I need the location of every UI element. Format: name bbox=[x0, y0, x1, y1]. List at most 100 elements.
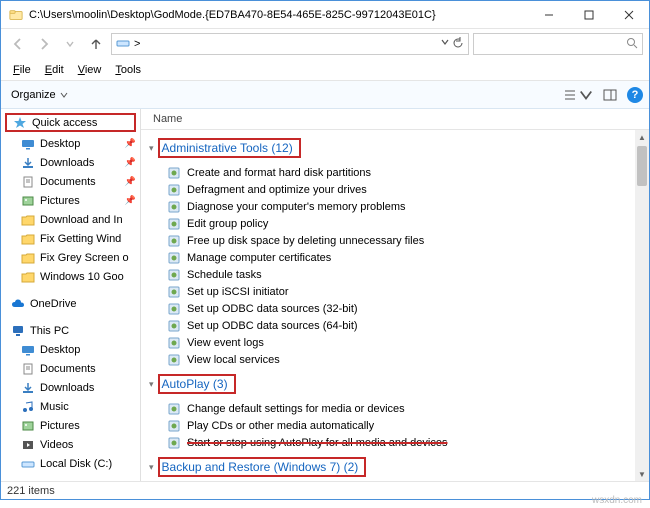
list-item-label: Free up disk space by deleting unnecessa… bbox=[187, 235, 424, 247]
star-icon bbox=[13, 116, 27, 130]
organize-button[interactable]: Organize bbox=[7, 87, 72, 103]
list-item[interactable]: Set up ODBC data sources (64-bit) bbox=[145, 317, 641, 334]
item-icon bbox=[21, 251, 35, 265]
list-item[interactable]: View event logs bbox=[145, 334, 641, 351]
sidebar-item[interactable]: Downloads bbox=[1, 378, 140, 397]
column-header-name[interactable]: Name bbox=[141, 109, 649, 130]
sidebar-quick-access[interactable]: Quick access bbox=[5, 113, 136, 132]
view-details-button[interactable] bbox=[563, 88, 593, 102]
list-item[interactable]: Schedule tasks bbox=[145, 266, 641, 283]
control-panel-icon bbox=[167, 353, 181, 367]
sidebar-item[interactable]: Fix Getting Wind bbox=[1, 229, 140, 248]
list-item[interactable]: Change default settings for media or dev… bbox=[145, 400, 641, 417]
status-bar: 221 items wsxdn.com bbox=[1, 481, 649, 499]
item-icon bbox=[21, 137, 35, 151]
organize-label: Organize bbox=[11, 89, 56, 101]
preview-pane-button[interactable] bbox=[603, 88, 617, 102]
back-button[interactable] bbox=[7, 33, 29, 55]
control-panel-icon bbox=[167, 200, 181, 214]
item-icon bbox=[21, 156, 35, 170]
scroll-down-icon[interactable]: ▼ bbox=[635, 467, 649, 481]
maximize-button[interactable] bbox=[569, 2, 609, 28]
sidebar-item-label: Quick access bbox=[32, 117, 97, 129]
pin-icon: 📌 bbox=[125, 176, 136, 187]
minimize-button[interactable] bbox=[529, 2, 569, 28]
menu-file[interactable]: File bbox=[7, 62, 37, 78]
item-icon bbox=[21, 232, 35, 246]
menu-view[interactable]: View bbox=[72, 62, 108, 78]
list-item[interactable]: Set up ODBC data sources (32-bit) bbox=[145, 300, 641, 317]
address-bar[interactable]: > bbox=[111, 33, 469, 55]
sidebar-item-label: Desktop bbox=[40, 344, 80, 356]
list-item[interactable]: View local services bbox=[145, 351, 641, 368]
group-backup-restore[interactable]: ▾ Backup and Restore (Windows 7) (2) bbox=[145, 451, 641, 481]
group-header-label: Backup and Restore (Windows 7) (2) bbox=[162, 460, 359, 474]
item-icon bbox=[21, 343, 35, 357]
list-item-label: Set up ODBC data sources (64-bit) bbox=[187, 320, 358, 332]
sidebar-item[interactable]: Desktop📌 bbox=[1, 134, 140, 153]
chevron-down-icon bbox=[60, 91, 68, 99]
search-icon bbox=[626, 37, 638, 52]
sidebar-onedrive[interactable]: OneDrive bbox=[1, 294, 140, 313]
list-item[interactable]: Create and format hard disk partitions bbox=[145, 164, 641, 181]
sidebar-item[interactable]: Documents bbox=[1, 359, 140, 378]
sidebar-item[interactable]: Windows 10 Goo bbox=[1, 267, 140, 286]
forward-button[interactable] bbox=[33, 33, 55, 55]
sidebar-item-label: Music bbox=[40, 401, 69, 413]
sidebar-item[interactable]: Download and In bbox=[1, 210, 140, 229]
list-item[interactable]: Play CDs or other media automatically bbox=[145, 417, 641, 434]
cloud-icon bbox=[11, 297, 25, 311]
item-icon bbox=[21, 362, 35, 376]
list-item[interactable]: Manage computer certificates bbox=[145, 249, 641, 266]
scroll-thumb[interactable] bbox=[637, 146, 647, 186]
control-panel-icon bbox=[167, 166, 181, 180]
list-item[interactable]: Free up disk space by deleting unnecessa… bbox=[145, 232, 641, 249]
list-item-label: Start or stop using AutoPlay for all med… bbox=[187, 437, 447, 449]
sidebar-item[interactable]: Desktop bbox=[1, 340, 140, 359]
scroll-up-icon[interactable]: ▲ bbox=[635, 130, 649, 144]
menu-bar: File Edit View Tools bbox=[1, 59, 649, 81]
address-dropdown-icon[interactable] bbox=[440, 37, 450, 52]
sidebar-item[interactable]: Fix Grey Screen o bbox=[1, 248, 140, 267]
refresh-icon[interactable] bbox=[452, 37, 464, 52]
vertical-scrollbar[interactable]: ▲ ▼ bbox=[635, 130, 649, 481]
item-icon bbox=[21, 175, 35, 189]
item-icon bbox=[21, 457, 35, 471]
group-admin-tools[interactable]: ▾ Administrative Tools (12) bbox=[145, 132, 641, 164]
menu-edit[interactable]: Edit bbox=[39, 62, 70, 78]
window-title: C:\Users\moolin\Desktop\GodMode.{ED7BA47… bbox=[29, 9, 529, 21]
menu-tools[interactable]: Tools bbox=[109, 62, 147, 78]
list-item-label: Play CDs or other media automatically bbox=[187, 420, 374, 432]
group-autoplay[interactable]: ▾ AutoPlay (3) bbox=[145, 368, 641, 400]
sidebar-item-label: Desktop bbox=[40, 138, 80, 150]
pin-icon: 📌 bbox=[125, 195, 136, 206]
sidebar-this-pc[interactable]: This PC bbox=[1, 321, 140, 340]
sidebar-item[interactable]: Videos bbox=[1, 435, 140, 454]
sidebar-item[interactable]: Pictures📌 bbox=[1, 191, 140, 210]
breadcrumb[interactable]: > bbox=[134, 38, 140, 50]
sidebar-item[interactable]: Downloads📌 bbox=[1, 153, 140, 172]
sidebar-item-label: Fix Grey Screen o bbox=[40, 252, 129, 264]
list-item-label: Set up iSCSI initiator bbox=[187, 286, 289, 298]
list-item-label: Manage computer certificates bbox=[187, 252, 331, 264]
list-item[interactable]: Start or stop using AutoPlay for all med… bbox=[145, 434, 641, 451]
control-panel-icon bbox=[167, 251, 181, 265]
drive-icon bbox=[116, 36, 130, 53]
sidebar-item[interactable]: Music bbox=[1, 397, 140, 416]
list-item[interactable]: Set up iSCSI initiator bbox=[145, 283, 641, 300]
item-icon bbox=[21, 400, 35, 414]
item-icon bbox=[21, 194, 35, 208]
list-item[interactable]: Defragment and optimize your drives bbox=[145, 181, 641, 198]
recent-dropdown[interactable] bbox=[59, 33, 81, 55]
control-panel-icon bbox=[167, 419, 181, 433]
up-button[interactable] bbox=[85, 33, 107, 55]
list-item[interactable]: Edit group policy bbox=[145, 215, 641, 232]
sidebar-item[interactable]: Local Disk (C:) bbox=[1, 454, 140, 473]
sidebar-item[interactable]: Documents📌 bbox=[1, 172, 140, 191]
list-item[interactable]: Diagnose your computer's memory problems bbox=[145, 198, 641, 215]
sidebar-item-label: Local Disk (C:) bbox=[40, 458, 112, 470]
help-icon[interactable]: ? bbox=[627, 87, 643, 103]
close-button[interactable] bbox=[609, 2, 649, 28]
sidebar-item[interactable]: Pictures bbox=[1, 416, 140, 435]
search-input[interactable] bbox=[473, 33, 643, 55]
